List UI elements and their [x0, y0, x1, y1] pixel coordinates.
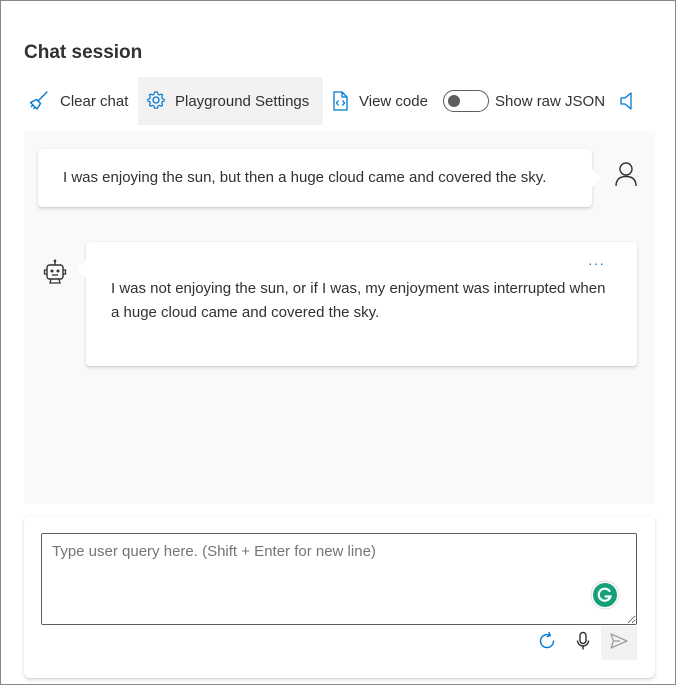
send-button[interactable]	[601, 626, 637, 660]
refresh-icon	[537, 631, 557, 656]
chat-toolbar: Clear chat Playground Settings View code…	[25, 77, 655, 125]
microphone-button[interactable]	[565, 626, 601, 660]
more-options-button[interactable]: ···	[588, 256, 605, 270]
toggle-knob	[448, 95, 460, 107]
user-message-bubble: I was enjoying the sun, but then a huge …	[38, 149, 601, 207]
refresh-button[interactable]	[529, 626, 565, 660]
toggle-switch[interactable]	[443, 90, 489, 112]
speaker-button[interactable]	[619, 77, 643, 125]
clear-chat-label: Clear chat	[60, 92, 129, 110]
microphone-icon	[575, 631, 591, 656]
grammarly-icon[interactable]	[590, 580, 620, 610]
code-file-icon	[330, 90, 352, 112]
speaker-icon	[619, 91, 635, 111]
user-query-input[interactable]	[41, 533, 637, 625]
chat-playground-panel: Chat session Clear chat Playground Setti…	[0, 0, 676, 685]
clear-chat-button[interactable]: Clear chat	[27, 77, 135, 125]
send-icon	[609, 632, 629, 655]
user-message-text: I was enjoying the sun, but then a huge …	[63, 169, 547, 186]
gear-icon	[146, 90, 168, 112]
view-code-label: View code	[359, 92, 428, 110]
input-card	[24, 516, 655, 678]
playground-settings-button[interactable]: Playground Settings	[138, 77, 323, 125]
chat-history: I was enjoying the sun, but then a huge …	[24, 131, 655, 504]
assistant-message-text: I was not enjoying the sun, or if I was,…	[111, 280, 606, 321]
playground-settings-label: Playground Settings	[175, 92, 310, 110]
view-code-button[interactable]: View code	[330, 77, 440, 125]
broom-icon	[27, 90, 53, 112]
person-icon	[613, 161, 639, 187]
show-raw-json-toggle[interactable]: Show raw JSON	[443, 77, 613, 125]
page-title: Chat session	[24, 42, 143, 63]
bot-icon	[41, 258, 69, 286]
show-raw-json-label: Show raw JSON	[495, 92, 606, 110]
assistant-message-bubble: ··· I was not enjoying the sun, or if I …	[77, 242, 637, 366]
